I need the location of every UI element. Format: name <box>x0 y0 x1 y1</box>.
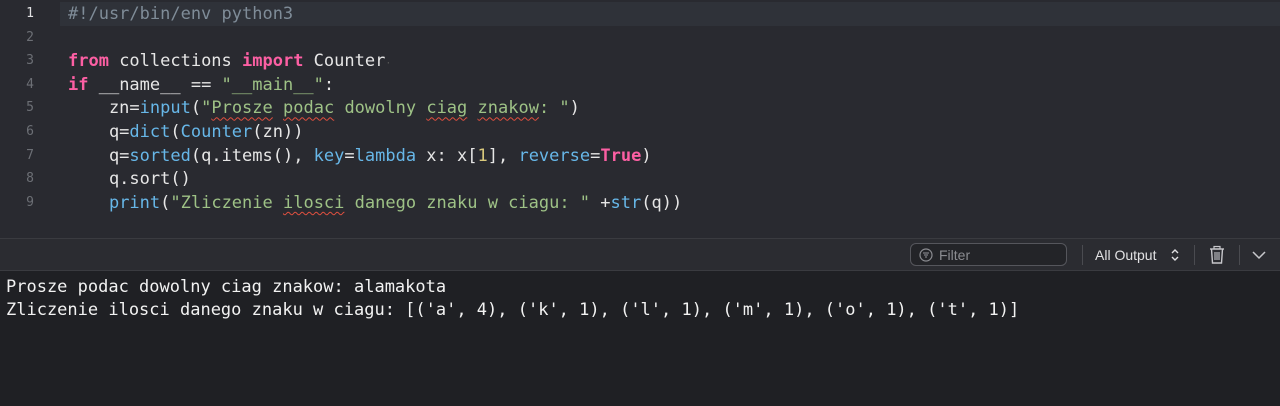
whitespace-marker-icon: · <box>385 58 392 70</box>
code-token: ( <box>170 122 181 142</box>
line-number: 6 <box>26 124 34 139</box>
line-number: 3 <box>26 53 34 69</box>
code-token: Counter <box>303 51 386 72</box>
filter-icon <box>919 248 933 262</box>
code-token: " <box>201 98 212 119</box>
chevron-up-down-icon[interactable] <box>1170 248 1180 262</box>
code-line: from collections import Counter· <box>68 49 391 73</box>
code-line: q.sort() <box>68 167 191 191</box>
code-line: q=dict(Counter(zn)) <box>68 120 304 144</box>
code-token: q.sort() <box>68 169 191 190</box>
code-token: podac <box>283 98 335 119</box>
code-token: ], <box>487 145 519 166</box>
line-number: 9 <box>26 194 34 210</box>
code-token: : " <box>538 98 570 119</box>
toolbar-divider <box>1239 245 1240 265</box>
code-token: znakow <box>477 98 539 119</box>
filter-input[interactable]: Filter <box>910 243 1067 266</box>
chevron-down-icon[interactable] <box>1251 249 1267 261</box>
code-token: reverse <box>518 145 591 166</box>
code-token: str <box>610 192 642 213</box>
code-line: #!/usr/bin/env python3 <box>68 2 293 26</box>
code-token: Prosze <box>211 98 273 119</box>
code-token: zn= <box>68 98 140 119</box>
code-token: True <box>600 145 642 166</box>
code-token: : <box>323 74 335 95</box>
filter-placeholder: Filter <box>939 247 971 263</box>
code-token: = <box>344 145 355 166</box>
code-token: ( <box>190 98 202 119</box>
line-number: 2 <box>26 29 34 45</box>
code-token: = <box>590 145 601 166</box>
code-token: __name__ == <box>88 74 222 95</box>
code-token: ilosci <box>282 192 345 213</box>
code-token: import <box>242 51 304 72</box>
code-token: sorted <box>129 145 191 166</box>
line-number-gutter: 1 2 3 4 5 6 7 8 9 <box>0 0 60 238</box>
code-token: if <box>68 74 89 95</box>
code-token: dict <box>129 122 171 142</box>
line-number: 7 <box>26 147 34 163</box>
code-token: 1 <box>477 145 488 166</box>
code-token: collections <box>108 51 243 72</box>
code-token: "__main__" <box>221 74 324 95</box>
code-token: Counter <box>180 122 253 142</box>
code-token: q= <box>68 145 130 166</box>
code-token: ) <box>641 145 652 166</box>
console-toolbar: Filter All Output <box>0 238 1280 271</box>
line-number: 4 <box>26 76 34 92</box>
code-line: print("Zliczenie ilosci danego znaku w c… <box>68 191 682 215</box>
code-line: zn=input("Prosze podac dowolny ciag znak… <box>68 96 580 120</box>
toolbar-divider <box>1194 245 1195 265</box>
code-token: ( <box>160 192 171 213</box>
code-token: (q)) <box>641 192 683 213</box>
trash-icon[interactable] <box>1207 245 1227 265</box>
code-token: (q.items(), <box>190 145 314 166</box>
console-output-line: Zliczenie ilosci danego znaku w ciagu: [… <box>6 300 1020 320</box>
code-token: ciag <box>426 98 468 119</box>
code-token: from <box>68 51 109 72</box>
code-editor[interactable]: 1 2 3 4 5 6 7 8 9 #!/usr/bin/env python3 from col… <box>0 0 1280 238</box>
line-number: 8 <box>26 171 34 187</box>
code-token: x: x[ <box>416 145 478 166</box>
code-token: lambda <box>354 145 417 166</box>
line-number: 5 <box>26 100 34 116</box>
output-filter-select[interactable]: All Output <box>1095 247 1156 263</box>
toolbar-divider <box>1082 245 1083 265</box>
code-token: ) <box>569 98 580 119</box>
code-token: key <box>313 145 345 166</box>
code-token: q= <box>68 122 130 142</box>
console-output-line: Prosze podac dowolny ciag znakow: alamak… <box>6 277 447 297</box>
code-token: dowolny <box>334 98 427 119</box>
code-token: print <box>108 192 161 213</box>
code-token: #!/usr/bin/env python3 <box>68 4 294 24</box>
code-token: "Zliczenie <box>170 192 283 213</box>
code-token: (zn)) <box>252 122 304 142</box>
console-output[interactable]: Prosze podac dowolny ciag znakow: alamak… <box>0 271 1280 406</box>
line-number: 1 <box>26 6 34 21</box>
code-token: + <box>590 192 611 213</box>
code-line: q=sorted(q.items(), key=lambda x: x[1], … <box>68 144 652 168</box>
code-line: if __name__ == "__main__": <box>68 73 334 97</box>
code-token: input <box>139 98 191 119</box>
code-token: danego znaku w ciagu: " <box>344 192 591 213</box>
